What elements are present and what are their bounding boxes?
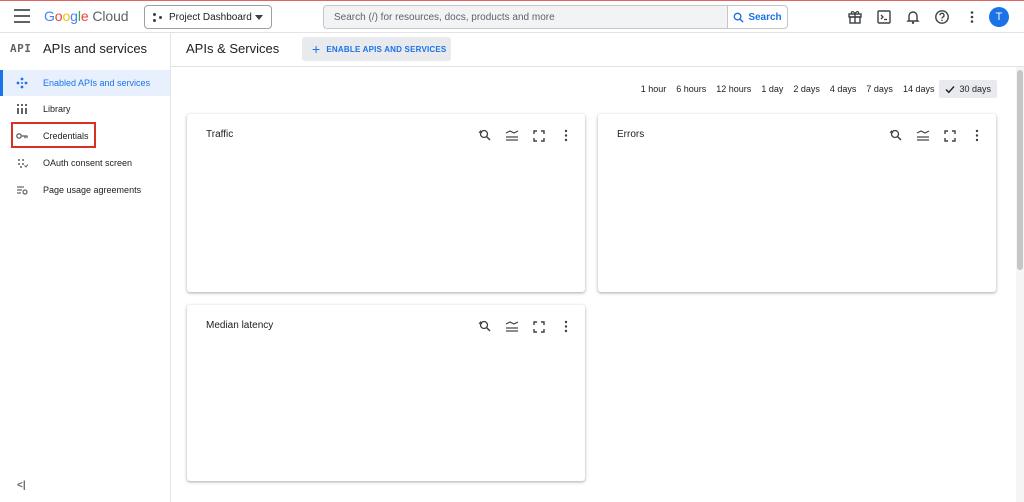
project-icon bbox=[153, 12, 163, 22]
median-latency-card: Median latency bbox=[187, 305, 585, 481]
main-header: APIs & Services + ENABLE APIS AND SERVIC… bbox=[171, 33, 1024, 67]
fullscreen-icon[interactable] bbox=[532, 129, 546, 142]
api-logo-icon: API bbox=[10, 42, 32, 55]
plus-icon: + bbox=[312, 41, 321, 57]
legend-toggle-icon[interactable] bbox=[505, 320, 519, 333]
google-cloud-logo[interactable]: Google Cloud bbox=[44, 8, 129, 24]
sidebar-item-label: Library bbox=[43, 104, 71, 114]
enable-apis-button[interactable]: + ENABLE APIS AND SERVICES bbox=[302, 37, 451, 61]
sidebar-item-page-usage[interactable]: Page usage agreements bbox=[0, 177, 170, 203]
scrollbar-thumb[interactable] bbox=[1017, 70, 1023, 270]
card-title: Median latency bbox=[206, 320, 274, 331]
search-button[interactable]: Search bbox=[727, 5, 788, 29]
time-option-1-day[interactable]: 1 day bbox=[756, 80, 788, 98]
consent-icon bbox=[16, 157, 28, 169]
logo-cloud: Cloud bbox=[92, 8, 129, 24]
time-option-30-days[interactable]: 30 days bbox=[939, 80, 997, 98]
main-menu-button[interactable] bbox=[14, 9, 30, 23]
chevron-down-icon bbox=[255, 14, 263, 20]
sidebar: API APIs and services Enabled APIs and s… bbox=[0, 33, 171, 502]
time-option-7-days[interactable]: 7 days bbox=[861, 80, 898, 98]
collapse-sidebar-button[interactable]: <| bbox=[17, 480, 26, 491]
sidebar-item-label: Page usage agreements bbox=[43, 185, 142, 195]
gift-icon[interactable] bbox=[847, 9, 863, 25]
card-toolbar bbox=[478, 129, 573, 142]
fullscreen-icon[interactable] bbox=[943, 129, 957, 142]
sidebar-header: API APIs and services bbox=[0, 33, 170, 67]
help-icon[interactable] bbox=[934, 9, 950, 25]
sidebar-item-label: OAuth consent screen bbox=[43, 158, 133, 168]
legend-toggle-icon[interactable] bbox=[505, 129, 519, 142]
time-option-12-hours[interactable]: 12 hours bbox=[711, 80, 756, 98]
project-label: Project Dashboard bbox=[169, 11, 252, 23]
more-vert-icon[interactable] bbox=[970, 129, 984, 142]
more-vert-icon[interactable] bbox=[559, 320, 573, 333]
more-vert-icon[interactable] bbox=[964, 9, 980, 25]
sidebar-item-label: Enabled APIs and services bbox=[43, 78, 151, 88]
zoom-reset-icon[interactable] bbox=[889, 129, 903, 142]
search-button-label: Search bbox=[748, 11, 782, 23]
card-title: Errors bbox=[617, 129, 645, 140]
sidebar-item-oauth-consent[interactable]: OAuth consent screen bbox=[0, 150, 170, 176]
logo-google: Google bbox=[44, 8, 89, 24]
search-input[interactable]: Search (/) for resources, docs, products… bbox=[323, 5, 727, 29]
check-icon bbox=[945, 85, 955, 93]
time-option-label: 30 days bbox=[959, 84, 991, 94]
time-option-2-days[interactable]: 2 days bbox=[788, 80, 825, 98]
page-title: APIs & Services bbox=[186, 41, 280, 56]
settings-list-icon bbox=[16, 184, 28, 196]
time-option-1-hour[interactable]: 1 hour bbox=[636, 80, 672, 98]
library-icon bbox=[16, 103, 28, 115]
search-placeholder: Search (/) for resources, docs, products… bbox=[334, 11, 555, 23]
sidebar-item-library[interactable]: Library bbox=[0, 96, 170, 122]
sidebar-item-enabled-apis[interactable]: Enabled APIs and services bbox=[0, 70, 170, 96]
search-icon bbox=[733, 12, 744, 23]
credentials-highlight bbox=[11, 122, 96, 148]
time-option-4-days[interactable]: 4 days bbox=[825, 80, 862, 98]
zoom-reset-icon[interactable] bbox=[478, 129, 492, 142]
card-title: Traffic bbox=[206, 129, 234, 140]
fullscreen-icon[interactable] bbox=[532, 320, 546, 333]
time-option-6-hours[interactable]: 6 hours bbox=[671, 80, 711, 98]
sidebar-title: APIs and services bbox=[43, 41, 148, 56]
time-option-14-days[interactable]: 14 days bbox=[898, 80, 940, 98]
traffic-card: Traffic bbox=[187, 114, 585, 292]
zoom-reset-icon[interactable] bbox=[478, 320, 492, 333]
errors-card: Errors bbox=[598, 114, 996, 292]
legend-toggle-icon[interactable] bbox=[916, 129, 930, 142]
notifications-icon[interactable] bbox=[905, 9, 921, 25]
more-vert-icon[interactable] bbox=[559, 129, 573, 142]
user-avatar[interactable]: T bbox=[989, 7, 1009, 27]
time-range-selector: 1 hour 6 hours 12 hours 1 day 2 days 4 d… bbox=[636, 80, 997, 98]
project-selector[interactable]: Project Dashboard bbox=[144, 5, 272, 29]
enable-apis-label: ENABLE APIS AND SERVICES bbox=[326, 44, 447, 54]
card-toolbar bbox=[889, 129, 984, 142]
top-bar: Google Cloud Project Dashboard Search (/… bbox=[0, 0, 1024, 33]
card-toolbar bbox=[478, 320, 573, 333]
cloud-shell-icon[interactable] bbox=[876, 9, 892, 25]
diamond-arrows-icon bbox=[16, 77, 28, 89]
